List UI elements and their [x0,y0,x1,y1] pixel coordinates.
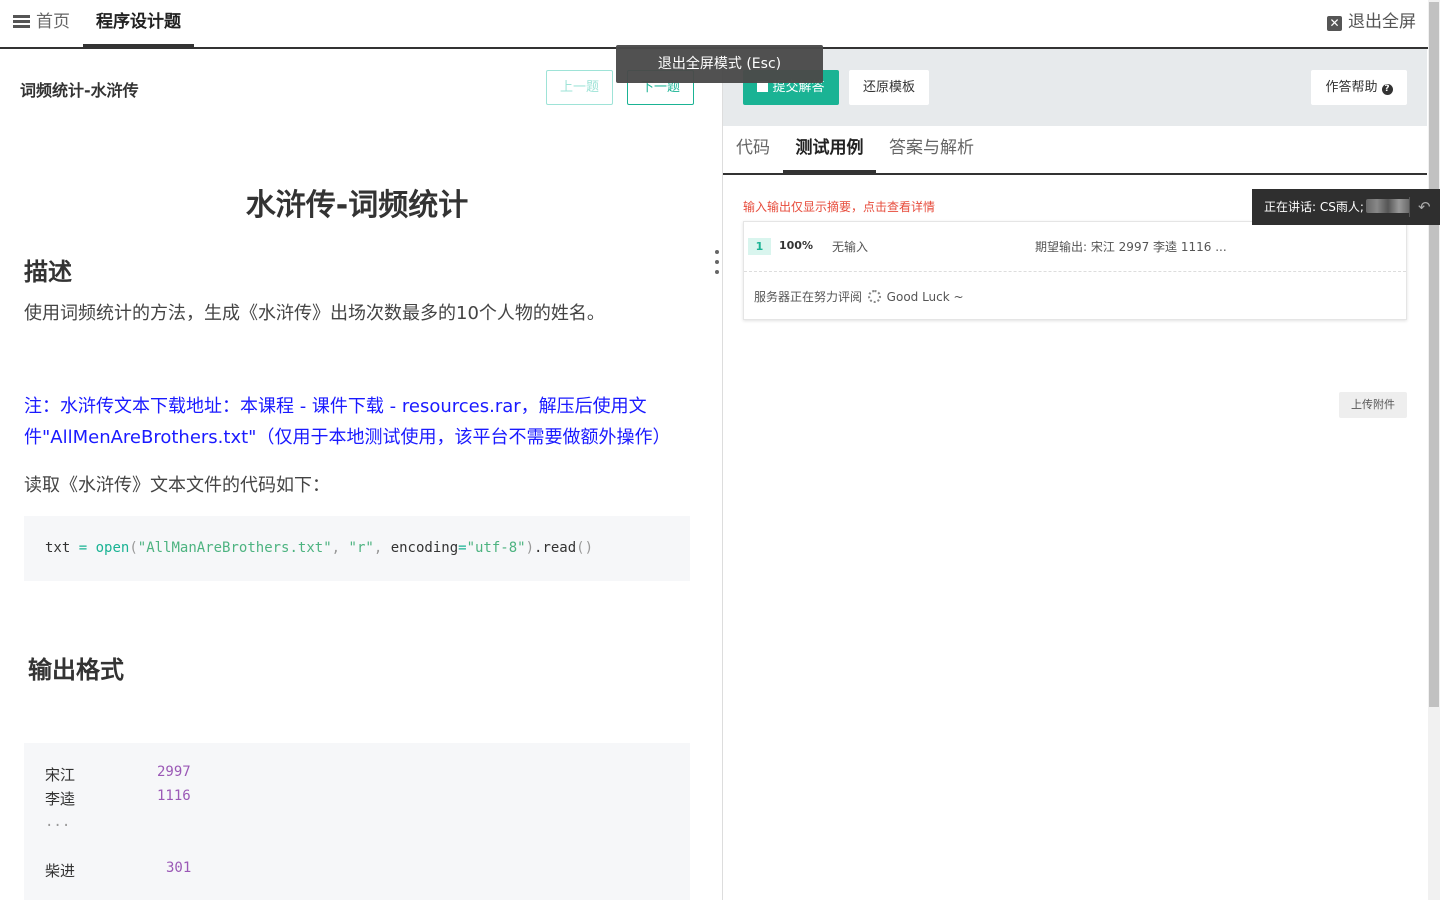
output-row: 宋江 2997 [45,764,191,784]
tab-programming-problem[interactable]: 程序设计题 [83,0,194,47]
read-code-intro: 读取《水浒传》文本文件的代码如下： [24,475,330,496]
test-case-row[interactable]: 1 100% 无输入 期望输出: 宋江 2997 李逵 1116 ... [744,222,1406,272]
editor-tabs: 代码 测试用例 答案与解析 [723,126,1427,175]
output-row-ellipsis: ... [45,814,71,830]
test-case-number: 1 [748,238,771,255]
fullscreen-tooltip: 退出全屏模式 (Esc) [616,45,823,83]
problem-panel: 词频统计-水浒传 上一题 下一题 水浒传-词频统计 描述 使用词频统计的方法，生… [0,49,722,900]
description-text: 使用词频统计的方法，生成《水浒传》出场次数最多的10个人物的姓名。 [24,303,605,324]
tab-home[interactable]: 首页 [13,0,70,47]
output-row: 柴进 301 [45,860,192,880]
code-block-read-file: txt = open("AllManAreBrothers.txt", "r",… [24,516,690,581]
test-case-weight: 100% [779,239,813,252]
exit-fullscreen-label: 退出全屏 [1348,12,1416,32]
tab-code[interactable]: 代码 [736,126,770,173]
test-case-expected-output: 期望输出: 宋江 2997 李逵 1116 ... [1035,240,1227,254]
exit-fullscreen-button[interactable]: ✕ 退出全屏 [1327,0,1416,44]
top-nav-bar: 首页 程序设计题 ✕ 退出全屏 [0,0,1428,49]
tab-home-label: 首页 [36,12,70,32]
output-example-block: 宋江 2997 李逵 1116 ... 柴进 301 [24,743,690,900]
spinner-icon [867,290,881,303]
tab-test-cases[interactable]: 测试用例 [783,126,876,173]
editor-toolbar: 提交解答 还原模板 作答帮助? [723,49,1427,126]
scrollbar[interactable] [1428,0,1440,900]
output-row: 李逵 1116 [45,788,191,808]
speaking-indicator: 正在讲话: CS雨人; ↶ [1252,189,1440,225]
io-summary-hint[interactable]: 输入输出仅显示摘要，点击查看详情 [743,198,935,215]
speaker-name-redacted [1365,199,1410,213]
problem-title: 词频统计-水浒传 [20,81,139,100]
list-icon [13,15,30,28]
answer-help-button[interactable]: 作答帮助? [1311,70,1407,105]
speaking-label: 正在讲话: CS雨人; [1264,200,1364,214]
prev-problem-button[interactable]: 上一题 [546,70,613,105]
reply-icon[interactable]: ↶ [1418,189,1431,225]
restore-template-button[interactable]: 还原模板 [849,70,929,105]
help-icon: ? [1381,84,1393,95]
output-format-heading: 输出格式 [28,656,124,684]
close-icon: ✕ [1327,16,1342,31]
tab-answer-analysis[interactable]: 答案与解析 [889,126,974,173]
download-note: 注：水浒传文本下载地址：本课程 - 课件下载 - resources.rar，解… [24,396,671,448]
test-case-card: 1 100% 无输入 期望输出: 宋江 2997 李逵 1116 ... 服务器… [743,221,1407,320]
description-heading: 描述 [24,258,72,286]
pane-resize-handle[interactable] [715,250,719,284]
test-case-input: 无输入 [832,240,869,254]
editor-panel: 提交解答 还原模板 作答帮助? 代码 测试用例 答案与解析 输入输出仅显示摘要，… [723,49,1427,900]
divider [1409,197,1410,217]
scrollbar-thumb[interactable] [1429,2,1439,707]
grading-status: 服务器正在努力评阅 Good Luck ~ [754,290,964,304]
page-title: 水浒传-词频统计 [245,188,469,223]
upload-attachment-button[interactable]: 上传附件 [1339,392,1407,418]
